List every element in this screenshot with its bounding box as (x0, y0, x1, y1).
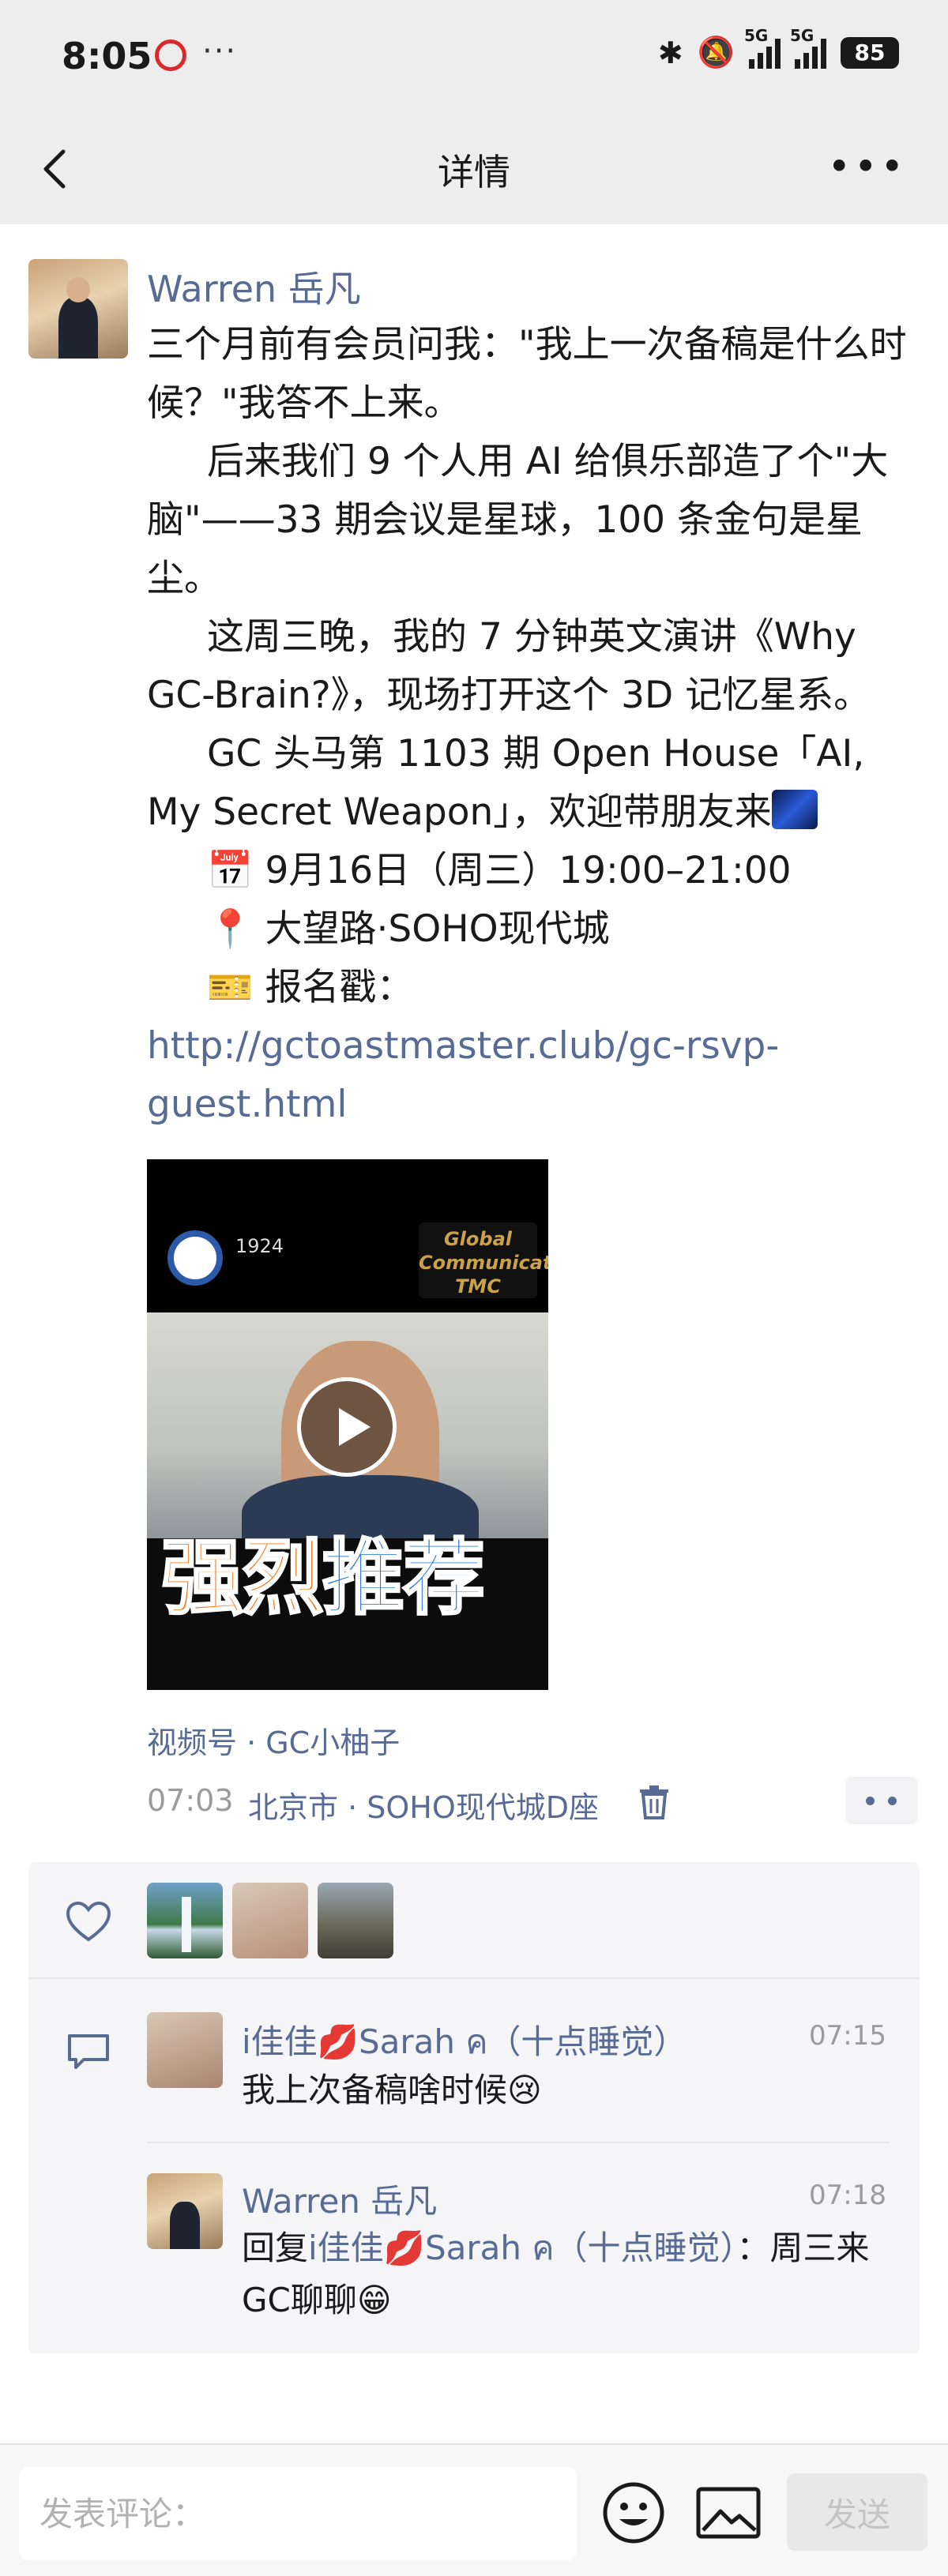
comment-text[interactable]: 回复i佳佳💋Sarah ค（十点睡觉）：周三来GC聊聊😁 (242, 2222, 890, 2326)
comment-time: 07:18 (809, 2180, 886, 2211)
more-options-icon[interactable]: ••• (828, 147, 907, 186)
page-title: 详情 (438, 151, 510, 193)
video-overlay-text: 强烈推荐 (160, 1530, 486, 1627)
event-location: 大望路·SOHO现代城 (265, 907, 610, 951)
comment-icon (68, 2034, 109, 2069)
commenter-avatar[interactable] (147, 2173, 223, 2249)
location-pin-icon: 📍 (207, 907, 254, 951)
galaxy-emoji-icon (771, 790, 818, 829)
liker-avatar[interactable] (232, 1883, 308, 1958)
status-time: 8:05 (62, 35, 152, 77)
more-notifications-icon: ··· (202, 33, 238, 69)
video-channel-link[interactable]: 视频号 · GC小柚子 (147, 1718, 400, 1762)
signal-icon: 5G (790, 26, 826, 69)
image-icon[interactable] (695, 2484, 762, 2541)
network-type: 5G (790, 25, 814, 45)
reply-prefix: 回复 (242, 2229, 309, 2267)
ticket-icon: 🎫 (207, 966, 254, 1009)
reply-to-name[interactable]: i佳佳💋Sarah ค（十点睡觉） (308, 2229, 736, 2267)
post-paragraph: GC 头马第 1103 期 Open House「AI, My Secret W… (147, 725, 921, 842)
comment-input-bar: 发送 (0, 2443, 948, 2576)
toastmasters-logo-icon (167, 1230, 223, 1286)
post-paragraph: 🎫 报名戳： http://gctoastmaster.club/gc-rsvp-… (147, 959, 921, 1134)
heart-icon (66, 1901, 111, 1942)
comment-time: 07:15 (809, 2020, 886, 2052)
author-avatar[interactable] (28, 259, 128, 359)
event-title: GC 头马第 1103 期 Open House「AI, My Secret W… (147, 732, 865, 834)
interactions-panel: i佳佳💋Sarah ค（十点睡觉） 07:15 我上次备稿啥时候😢 Warren… (28, 1862, 920, 2353)
network-type: 5G (744, 25, 769, 45)
event-date: 9月16日（周三）19:00–21:00 (265, 849, 792, 892)
post-paragraph: 三个月前有会员问我："我上一次备稿是什么时候？"我答不上来。 (147, 323, 907, 425)
emoji-icon[interactable] (600, 2480, 667, 2546)
commenter-avatar[interactable] (147, 2012, 223, 2088)
commenter-name[interactable]: Warren 岳凡 (242, 2175, 437, 2223)
nav-bar: 详情 ••• (0, 111, 948, 224)
send-button[interactable]: 发送 (787, 2473, 927, 2551)
signal-icon: 5G (744, 26, 781, 69)
comment-input[interactable] (19, 2467, 577, 2560)
post-paragraph: 📍 大望路·SOHO现代城 (147, 900, 921, 959)
post-author-name[interactable]: Warren 岳凡 (147, 261, 361, 313)
commenter-name[interactable]: i佳佳💋Sarah ค（十点睡觉） (242, 2015, 687, 2068)
logo-year: 1924 (235, 1235, 284, 1257)
signup-label: 报名戳： (265, 966, 414, 1009)
battery-icon: 85 (841, 36, 899, 69)
status-bar: 8:05 ··· ✱ 🔕 5G 5G 85 (0, 0, 948, 111)
delete-icon[interactable] (638, 1785, 670, 1819)
liker-avatar[interactable] (147, 1883, 223, 1958)
bluetooth-icon: ✱ (657, 35, 683, 70)
signup-link[interactable]: http://gctoastmaster.club/gc-rsvp-guest.… (147, 1024, 779, 1126)
like-comment-menu-button[interactable] (845, 1777, 918, 1824)
mute-icon: 🔕 (697, 35, 735, 69)
post-text: 三个月前有会员问我："我上一次备稿是什么时候？"我答不上来。 后来我们 9 个人… (147, 316, 921, 1134)
club-logo: Global Communicators TMC (419, 1222, 548, 1298)
app-notification-icon (155, 39, 186, 71)
post-paragraph: 这周三晚，我的 7 分钟英文演讲《Why GC-Brain?》，现场打开这个 3… (147, 615, 871, 717)
post-paragraph: 📅 9月16日（周三）19:00–21:00 (147, 842, 921, 900)
play-icon[interactable] (297, 1377, 397, 1477)
post-time: 07:03 (147, 1783, 234, 1818)
status-icons: ✱ 🔕 5G 5G 85 (657, 26, 899, 70)
post-location[interactable]: 北京市 · SOHO现代城D座 (248, 1783, 599, 1827)
calendar-icon: 📅 (207, 849, 254, 892)
post-paragraph: 后来我们 9 个人用 AI 给俱乐部造了个"大脑"——33 期会议是星球，100… (147, 440, 889, 600)
comment-text[interactable]: 我上次备稿啥时候😢 (242, 2064, 890, 2116)
video-card[interactable]: 1924 Global Communicators TMC 强烈推荐 (147, 1159, 548, 1690)
liker-avatar[interactable] (318, 1883, 393, 1958)
